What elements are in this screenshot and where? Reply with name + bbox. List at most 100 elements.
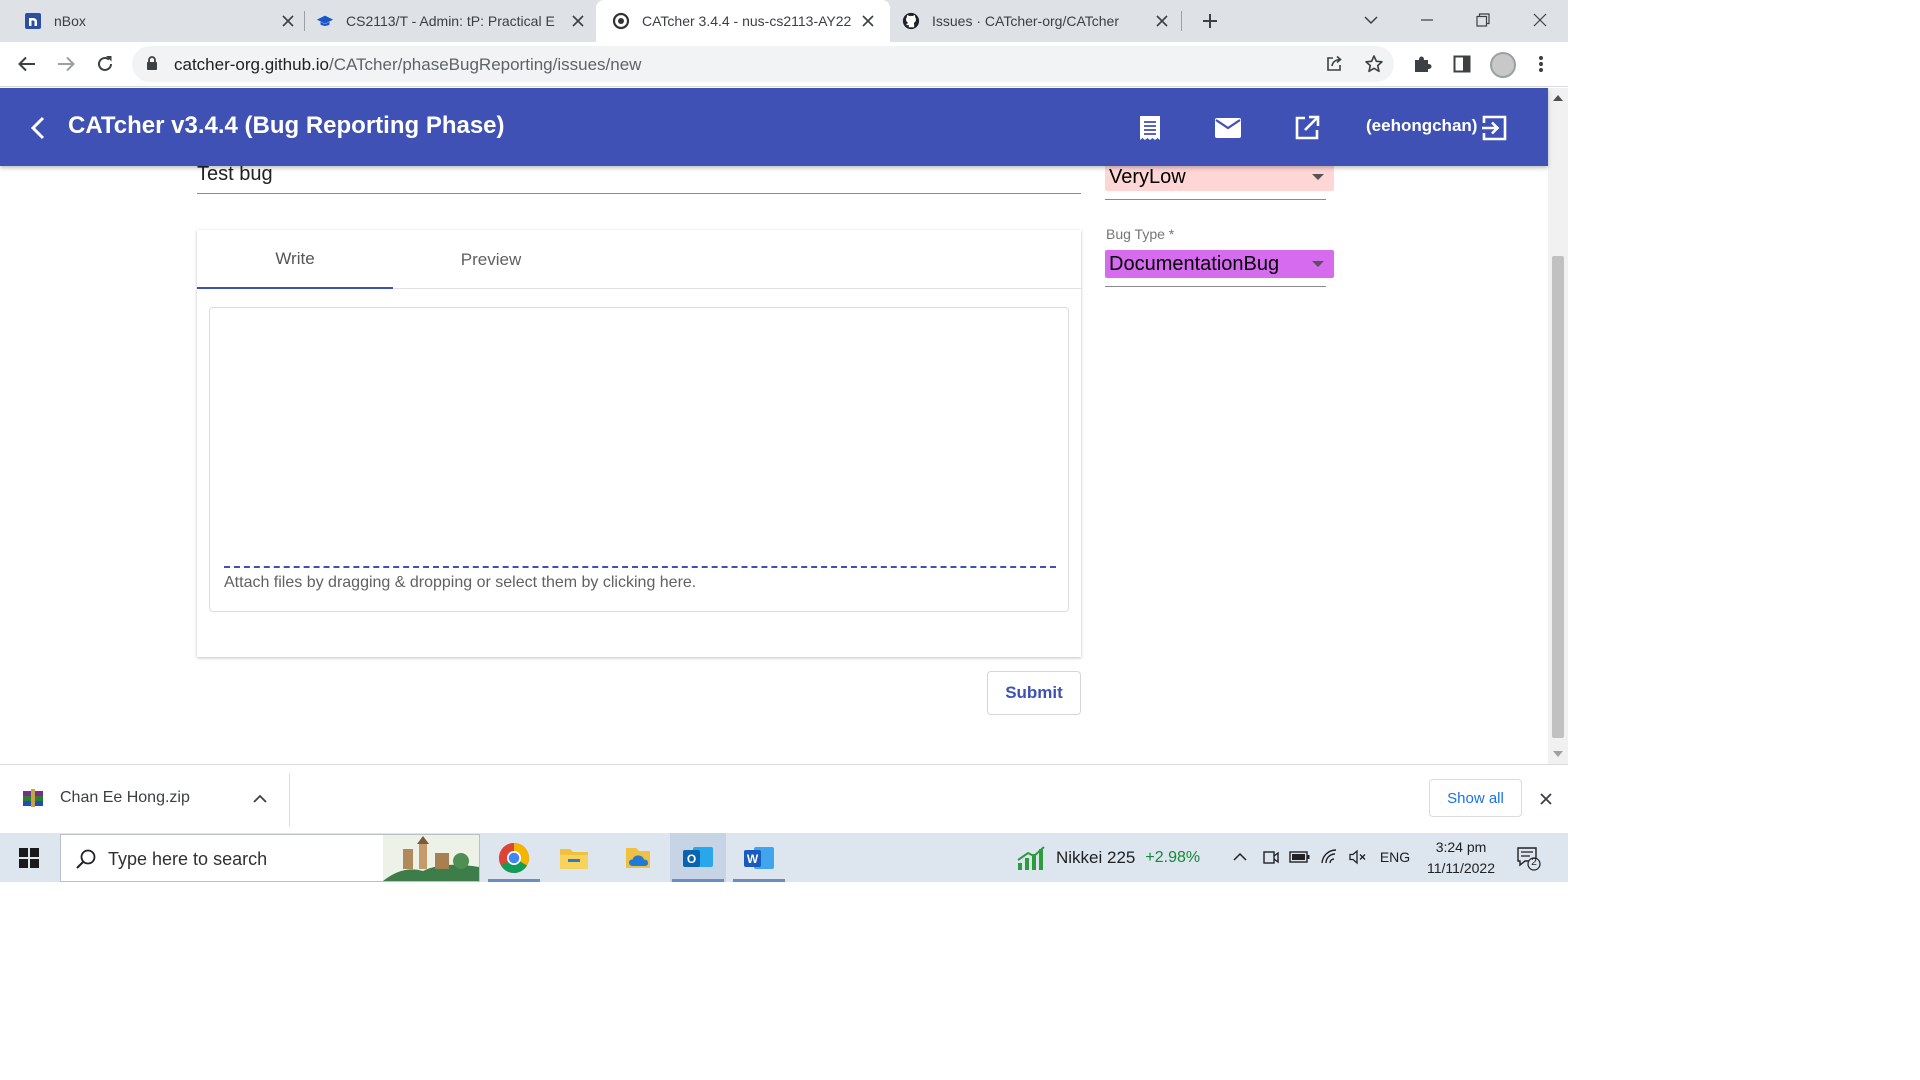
- severity-select[interactable]: VeryLow: [1105, 166, 1334, 191]
- file-drop-zone[interactable]: [224, 566, 1056, 568]
- nbox-favicon-icon: [24, 12, 42, 30]
- description-editor[interactable]: Attach files by dragging & dropping or s…: [209, 307, 1069, 612]
- browser-menu-icon[interactable]: [1529, 52, 1553, 76]
- tab-catcher[interactable]: CATcher 3.4.4 - nus-cs2113-AY22: [596, 0, 890, 42]
- system-clock[interactable]: 3:24 pm 11/11/2022: [1416, 837, 1506, 879]
- url-host: catcher-org.github.io: [174, 55, 329, 74]
- issue-title-value: Test bug: [197, 166, 273, 185]
- username-label: (eehongchan): [1366, 116, 1478, 135]
- notification-count: 2: [1531, 857, 1537, 868]
- submit-button[interactable]: Submit: [987, 671, 1081, 715]
- svg-text:W: W: [747, 852, 759, 866]
- close-download-bar-icon[interactable]: [1536, 789, 1556, 809]
- volume-muted-icon[interactable]: [1347, 847, 1369, 867]
- screen: nBox CS2113/T - Admin: tP: Practical E C…: [0, 0, 1568, 882]
- logout-icon[interactable]: [1480, 114, 1508, 142]
- tab-close-icon[interactable]: [568, 11, 588, 31]
- side-panel-icon[interactable]: [1450, 52, 1474, 76]
- forward-button[interactable]: [53, 51, 79, 77]
- taskbar-chrome-icon[interactable]: [486, 833, 542, 882]
- download-options-chevron-icon[interactable]: [250, 789, 270, 809]
- download-file-name: Chan Ee Hong.zip: [60, 789, 190, 806]
- page-scrollbar[interactable]: [1548, 88, 1568, 764]
- tab-github-issues[interactable]: Issues · CATcher-org/CATcher: [902, 0, 1172, 42]
- back-button[interactable]: [14, 51, 40, 77]
- scroll-down-arrow-icon[interactable]: [1553, 751, 1563, 757]
- tab-title: CS2113/T - Admin: tP: Practical E: [346, 13, 555, 29]
- open-in-new-icon[interactable]: [1293, 114, 1321, 142]
- restore-window-button[interactable]: [1469, 6, 1497, 34]
- taskbar-file-explorer-icon[interactable]: [546, 833, 602, 882]
- tab-separator: [1181, 11, 1182, 31]
- tab-title: nBox: [54, 13, 86, 29]
- severity-underline: [1105, 199, 1326, 200]
- svg-text:O: O: [687, 852, 696, 866]
- minimize-window-button[interactable]: [1413, 6, 1441, 34]
- taskbar-search-box[interactable]: Type here to search: [60, 834, 480, 882]
- meet-now-icon[interactable]: [1260, 847, 1282, 867]
- stock-widget[interactable]: Nikkei 225 +2.98%: [1016, 845, 1200, 871]
- search-placeholder: Type here to search: [108, 849, 268, 869]
- tab-close-icon[interactable]: [858, 11, 878, 31]
- battery-icon[interactable]: [1288, 847, 1312, 867]
- tab-separator: [304, 11, 305, 31]
- receipt-icon[interactable]: [1136, 114, 1164, 142]
- dropdown-arrow-icon: [1312, 174, 1324, 180]
- catcher-favicon-icon: [612, 12, 630, 30]
- severity-value: VeryLow: [1109, 166, 1186, 188]
- profile-avatar[interactable]: [1490, 52, 1516, 78]
- download-item[interactable]: Chan Ee Hong.zip: [22, 787, 190, 809]
- bug-type-value: DocumentationBug: [1109, 252, 1280, 275]
- bug-type-underline: [1105, 286, 1326, 287]
- lock-icon[interactable]: [146, 56, 158, 76]
- download-bar: Chan Ee Hong.zip Show all: [0, 764, 1568, 833]
- app-title: CATcher v3.4.4 (Bug Reporting Phase): [68, 112, 505, 139]
- bug-type-label: Bug Type *: [1106, 226, 1175, 242]
- scrollbar-thumb[interactable]: [1552, 256, 1564, 738]
- close-window-button[interactable]: [1526, 6, 1554, 34]
- taskbar-onedrive-files-icon[interactable]: [610, 833, 666, 882]
- attach-files-text[interactable]: Attach files by dragging & dropping or s…: [224, 574, 696, 592]
- tab-preview[interactable]: Preview: [393, 230, 589, 289]
- stock-trend-icon: [1017, 846, 1045, 870]
- bookmark-star-icon[interactable]: [1364, 54, 1384, 74]
- address-bar[interactable]: catcher-org.github.io/CATcher/phaseBugRe…: [132, 46, 1394, 82]
- input-language-indicator[interactable]: ENG: [1376, 847, 1414, 867]
- new-tab-button[interactable]: [1198, 9, 1222, 33]
- clock-date: 11/11/2022: [1427, 860, 1495, 876]
- clock-time: 3:24 pm: [1435, 839, 1487, 855]
- tab-close-icon[interactable]: [1152, 11, 1172, 31]
- reload-button[interactable]: [92, 51, 118, 77]
- scroll-up-arrow-icon[interactable]: [1553, 95, 1563, 101]
- bug-type-select[interactable]: DocumentationBug: [1105, 250, 1334, 278]
- show-all-downloads-button[interactable]: Show all: [1429, 779, 1522, 817]
- issue-title-input[interactable]: Test bug: [197, 166, 1081, 194]
- tab-write[interactable]: Write: [197, 230, 393, 289]
- divider: [289, 773, 290, 827]
- stock-name: Nikkei 225: [1056, 848, 1136, 867]
- mail-icon[interactable]: [1214, 114, 1242, 142]
- tab-title: CATcher 3.4.4 - nus-cs2113-AY22: [642, 13, 852, 29]
- taskbar-outlook-icon[interactable]: O: [670, 833, 726, 882]
- wifi-icon[interactable]: [1318, 847, 1342, 867]
- share-icon[interactable]: [1324, 54, 1344, 74]
- notification-center-icon[interactable]: 2: [1516, 845, 1542, 871]
- zip-archive-icon: [23, 789, 43, 807]
- taskbar-word-icon[interactable]: W: [731, 833, 787, 882]
- browser-tab-strip: nBox CS2113/T - Admin: tP: Practical E C…: [0, 0, 1568, 42]
- tab-nbox[interactable]: nBox: [24, 0, 298, 42]
- show-hidden-icons-chevron-icon[interactable]: [1230, 847, 1250, 867]
- tab-search-chevron-icon[interactable]: [1357, 6, 1385, 34]
- github-icon: [902, 12, 920, 30]
- tab-close-icon[interactable]: [278, 11, 298, 31]
- tab-cs2113-admin[interactable]: CS2113/T - Admin: tP: Practical E: [316, 0, 588, 42]
- browser-toolbar: catcher-org.github.io/CATcher/phaseBugRe…: [0, 42, 1568, 87]
- back-arrow-icon[interactable]: [24, 114, 52, 142]
- stock-change: +2.98%: [1145, 849, 1201, 866]
- editor-tabs: Write Preview: [197, 230, 1081, 289]
- new-issue-page: Test bug VeryLow Bug Type * Documentatio…: [0, 166, 1548, 764]
- search-icon: [76, 849, 96, 869]
- extensions-puzzle-icon[interactable]: [1410, 52, 1434, 76]
- windows-start-icon[interactable]: [0, 833, 58, 882]
- dropdown-arrow-icon: [1312, 261, 1324, 267]
